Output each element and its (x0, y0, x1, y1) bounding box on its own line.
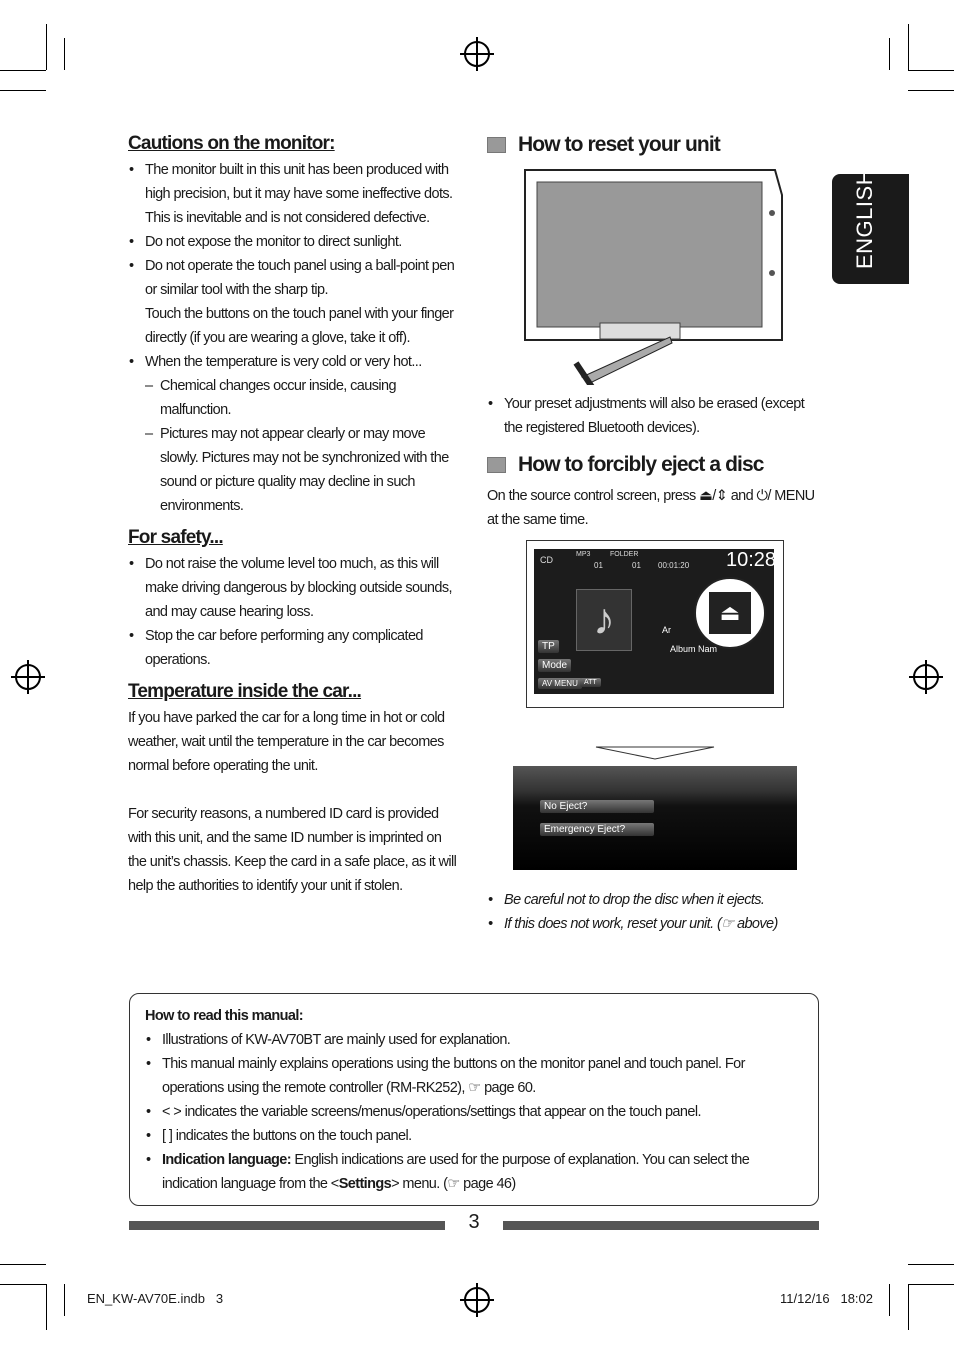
monitor-illustration (524, 169, 783, 385)
registration-mark-icon (460, 1283, 494, 1317)
reset-note: Your preset adjustments will also be era… (487, 392, 817, 440)
safety-list: Do not raise the volume level too much, … (128, 552, 463, 672)
crop-mark (0, 1264, 46, 1265)
list-item: Do not expose the monitor to direct sunl… (128, 230, 463, 254)
eject-notes: Be careful not to drop the disc when it … (487, 888, 817, 936)
list-item: Do not raise the volume level too much, … (128, 552, 463, 624)
list-item: Touch the buttons on the touch panel wit… (145, 306, 454, 346)
cautions-list: The monitor built in this unit has been … (128, 158, 463, 518)
power-icon: ⏻ (756, 488, 768, 504)
language-tab: ENGLISH (832, 169, 909, 284)
left-column: Cautions on the monitor: The monitor bui… (128, 132, 463, 898)
security-text: For security reasons, a numbered ID card… (128, 806, 457, 894)
arrow-down-icon (595, 746, 715, 760)
list-item: Stop the car before performing any compl… (128, 624, 463, 672)
crop-mark (908, 70, 954, 71)
page-bar (503, 1221, 819, 1230)
eject-heading: How to forcibly eject a disc (487, 452, 817, 478)
crop-mark (908, 24, 909, 70)
list-item: Be careful not to drop the disc when it … (487, 888, 817, 912)
list-item: Do not operate the touch panel using a b… (128, 254, 463, 302)
safety-heading: For safety... (128, 527, 224, 548)
registration-mark-icon (909, 660, 943, 694)
tilt-icon: ⇕ (715, 488, 728, 504)
eject-menu-illustration: No Eject? Emergency Eject? (513, 766, 797, 870)
crop-mark (0, 70, 46, 71)
footer-date: 11/12/16 18:02 (780, 1291, 874, 1306)
crop-mark (908, 1284, 909, 1330)
crop-mark (908, 1284, 954, 1285)
right-column: How to reset your unit (487, 132, 817, 158)
crop-mark (908, 1264, 954, 1265)
temperature-heading: Temperature inside the car... (128, 681, 362, 702)
registration-mark-icon (11, 660, 45, 694)
eject-icon: ⏏ (699, 488, 713, 504)
eject-instructions: On the source control screen, press ⏏/⇕ … (487, 488, 815, 528)
no-eject-button[interactable]: No Eject? (540, 800, 654, 813)
reset-heading: How to reset your unit (487, 132, 817, 158)
list-item: When the temperature is very cold or ver… (128, 350, 463, 374)
crop-mark (889, 38, 890, 70)
crop-mark (46, 24, 47, 70)
eject-button-zoom: ⏏ (694, 577, 766, 649)
emergency-eject-button[interactable]: Emergency Eject? (540, 823, 654, 836)
list-item: Chemical changes occur inside, causing m… (128, 374, 463, 422)
list-item: Illustrations of KW-AV70BT are mainly us… (145, 1028, 803, 1052)
cautions-heading: Cautions on the monitor: (128, 133, 335, 154)
list-item: This manual mainly explains operations u… (145, 1052, 803, 1100)
how-to-read-box: How to read this manual: Illustrations o… (129, 993, 819, 1206)
eject-section: How to forcibly eject a disc On the sour… (487, 452, 817, 532)
crop-mark (908, 90, 954, 91)
footer-file: EN_KW-AV70E.indb 3 (87, 1291, 224, 1306)
page-number: 3 (468, 1211, 480, 1233)
page-bar (129, 1221, 445, 1230)
list-item: < > indicates the variable screens/menus… (145, 1100, 803, 1124)
registration-mark-icon (460, 37, 494, 71)
crop-mark (46, 1284, 47, 1330)
temperature-text: If you have parked the car for a long ti… (128, 710, 445, 774)
list-item: The monitor built in this unit has been … (128, 158, 463, 230)
list-item: Pictures may not appear clearly or may m… (128, 422, 463, 518)
source-screen-illustration: CD MP3 FOLDER 01 01 00:01:20 10:28 ♪ TP … (526, 540, 784, 708)
eject-icon: ⏏ (709, 592, 751, 634)
crop-mark (64, 1284, 65, 1316)
crop-mark (0, 90, 46, 91)
crop-mark (889, 1284, 890, 1316)
crop-mark (0, 1284, 46, 1285)
crop-mark (64, 38, 65, 70)
box-title: How to read this manual: (145, 1008, 304, 1024)
music-note-icon: ♪ (576, 589, 632, 651)
list-item: Indication language: English indications… (145, 1148, 803, 1196)
list-item: [ ] indicates the buttons on the touch p… (145, 1124, 803, 1148)
list-item: If this does not work, reset your unit. … (487, 912, 817, 936)
